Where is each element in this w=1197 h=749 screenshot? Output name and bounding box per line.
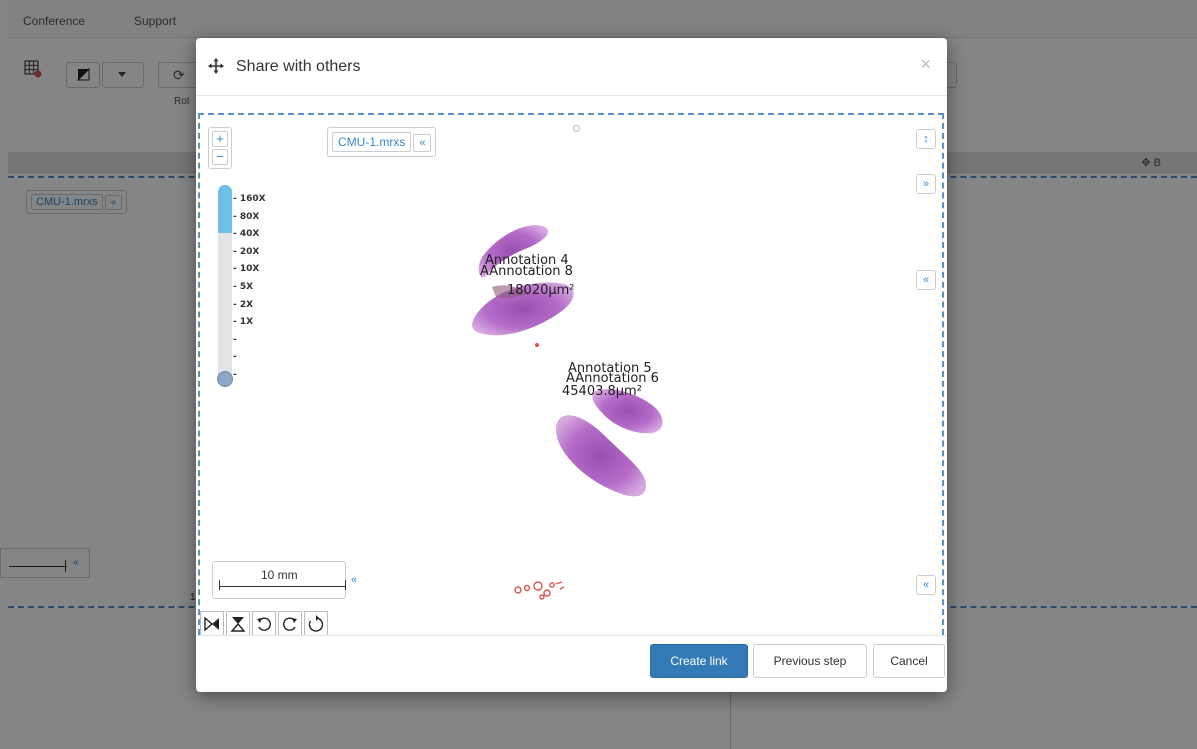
modal-footer: Create link Previous step Cancel [196,635,947,692]
rotate-right-icon [283,617,297,631]
create-link-button[interactable]: Create link [650,644,748,678]
slide-viewer[interactable]: + − - 160X - 80X - 40X - 20X - 10X - 5X … [198,113,944,635]
modal-title: Share with others [236,58,361,75]
rotate-reset-button[interactable] [304,611,328,635]
annotation-area: 18020μm² [507,283,575,298]
rotate-right-button[interactable] [278,611,302,635]
cancel-button[interactable]: Cancel [873,644,945,678]
scale-bar-collapse-button[interactable]: « [351,574,357,586]
flip-vertical-button[interactable] [226,611,250,635]
previous-step-button[interactable]: Previous step [753,644,867,678]
scale-bar: 10 mm « [212,561,357,599]
rotate-left-button[interactable] [252,611,276,635]
scale-bar-label: 10 mm [261,568,298,582]
flip-horizontal-icon [204,616,219,632]
red-annotation-marks [514,581,565,600]
flip-horizontal-button[interactable] [200,611,224,635]
modal-header: Share with others × [196,38,947,96]
annotation-area: 45403.8μm² [562,384,642,399]
tissue-fragment [535,343,539,347]
share-modal: Share with others × + − - 160X - 80X - 4… [196,38,947,692]
move-icon[interactable] [208,58,224,74]
flip-vertical-icon [230,617,246,632]
rotation-toolbar [200,611,330,635]
rotate-left-icon [257,617,271,631]
close-icon[interactable]: × [920,54,931,75]
rotate-reset-icon [308,615,324,632]
annotation-label[interactable]: AAnnotation 8 [480,265,573,278]
